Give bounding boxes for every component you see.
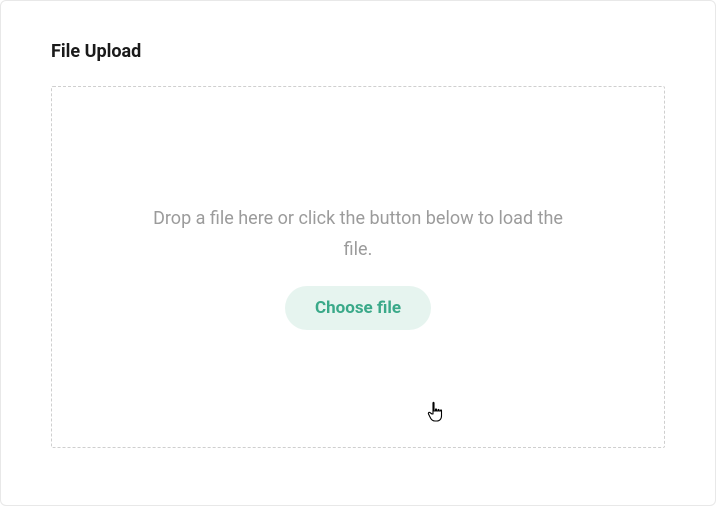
choose-file-button[interactable]: Choose file — [285, 286, 431, 330]
file-upload-card: File Upload Drop a file here or click th… — [0, 0, 716, 506]
file-dropzone[interactable]: Drop a file here or click the button bel… — [51, 86, 665, 448]
card-title: File Upload — [51, 41, 665, 62]
pointer-cursor-icon — [426, 401, 446, 429]
dropzone-hint-text: Drop a file here or click the button bel… — [148, 204, 568, 265]
